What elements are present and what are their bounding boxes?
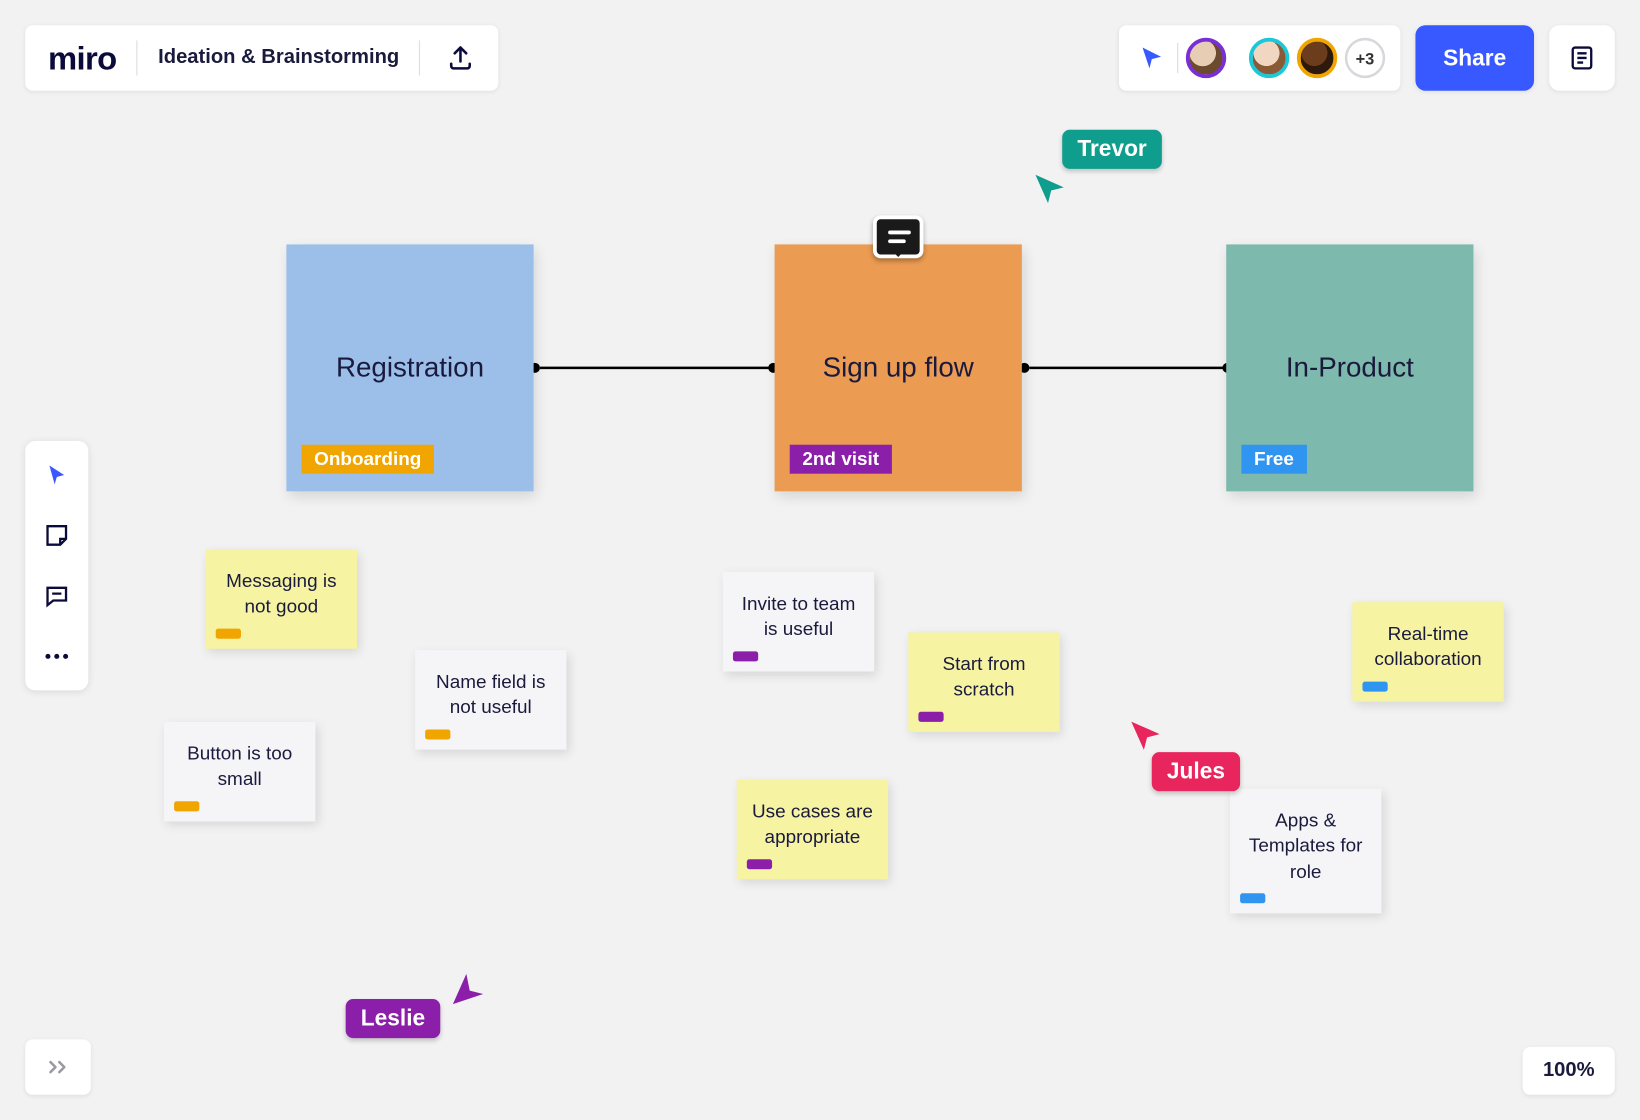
tool-comment[interactable] [35,574,78,617]
avatar[interactable] [1186,38,1226,78]
sticky-note[interactable]: Invite to team is useful [723,572,874,671]
toolbar [25,441,88,690]
sticky-note-icon [43,522,71,550]
connector-line[interactable] [1029,367,1226,370]
sticky-text: Real-time collaboration [1374,624,1481,671]
card-title: In-Product [1286,351,1414,384]
card-title: Registration [336,351,484,384]
activity-panel-button[interactable] [1549,25,1615,91]
card-tag[interactable]: Onboarding [302,445,434,474]
sticky-note[interactable]: Messaging is not good [206,549,357,648]
sticky-tag-chip [216,628,241,638]
tool-sticky[interactable] [35,514,78,557]
sticky-text: Messaging is not good [226,571,336,618]
more-icon [45,654,68,659]
avatar-overflow[interactable]: +3 [1345,38,1385,78]
header-right: +3 Share [1119,25,1615,91]
sticky-text: Button is too small [187,743,292,790]
divider [137,40,138,75]
share-button[interactable]: Share [1415,25,1534,91]
header-left: miro Ideation & Brainstorming [25,25,499,91]
avatar[interactable] [1297,38,1337,78]
logo: miro [48,38,117,77]
remote-cursor-icon [448,969,488,1009]
chevrons-right-icon [47,1058,70,1076]
sticky-text: Invite to team is useful [742,593,856,640]
frames-panel-toggle[interactable] [25,1039,91,1094]
divider [419,40,420,75]
sticky-text: Start from scratch [942,654,1025,701]
sticky-tag-chip [174,801,199,811]
avatar[interactable] [1249,38,1289,78]
sticky-text: Apps & Templates for role [1249,810,1363,882]
facilitate-button[interactable] [1134,40,1169,75]
cursor-icon [44,462,69,487]
export-button[interactable] [441,38,481,78]
comment-indicator[interactable] [873,215,923,258]
notes-icon [1568,44,1596,72]
card-registration[interactable]: Registration Onboarding [286,244,533,491]
board-title[interactable]: Ideation & Brainstorming [158,47,399,70]
divider [1177,43,1178,73]
sticky-note[interactable]: Real-time collaboration [1352,602,1503,701]
remote-cursor-jules: Jules [1152,752,1240,791]
card-tag[interactable]: 2nd visit [790,445,892,474]
sticky-tag-chip [1240,893,1265,903]
presence-bar: +3 [1119,25,1400,91]
export-icon [447,44,475,72]
card-signup[interactable]: Sign up flow 2nd visit [775,244,1022,491]
sticky-tag-chip [1362,681,1387,691]
card-inproduct[interactable]: In-Product Free [1226,244,1473,491]
sticky-note[interactable]: Button is too small [164,722,315,821]
sticky-tag-chip [733,651,758,661]
card-tag[interactable]: Free [1241,445,1306,474]
sticky-tag-chip [425,729,450,739]
remote-cursor-trevor: Trevor [1062,130,1162,169]
sticky-text: Use cases are appropriate [752,801,873,848]
sticky-note[interactable]: Apps & Templates for role [1230,789,1381,913]
sticky-note[interactable]: Start from scratch [908,632,1059,731]
connector-line[interactable] [540,367,772,370]
sticky-tag-chip [747,859,772,869]
board-canvas[interactable]: miro Ideation & Brainstorming +3 Share [0,0,1640,1120]
sticky-note[interactable]: Use cases are appropriate [737,780,888,879]
comment-icon [43,582,71,610]
remote-cursor-leslie: Leslie [346,999,441,1038]
cursor-badge-icon [1138,44,1166,72]
tool-more[interactable] [35,635,78,678]
remote-cursor-icon [1031,170,1069,208]
card-title: Sign up flow [823,351,974,384]
sticky-note[interactable]: Name field is not useful [415,650,566,749]
sticky-tag-chip [918,711,943,721]
sticky-text: Name field is not useful [436,671,545,718]
zoom-level[interactable]: 100% [1523,1047,1615,1095]
remote-cursor-icon [1127,717,1165,755]
tool-select[interactable] [35,454,78,497]
